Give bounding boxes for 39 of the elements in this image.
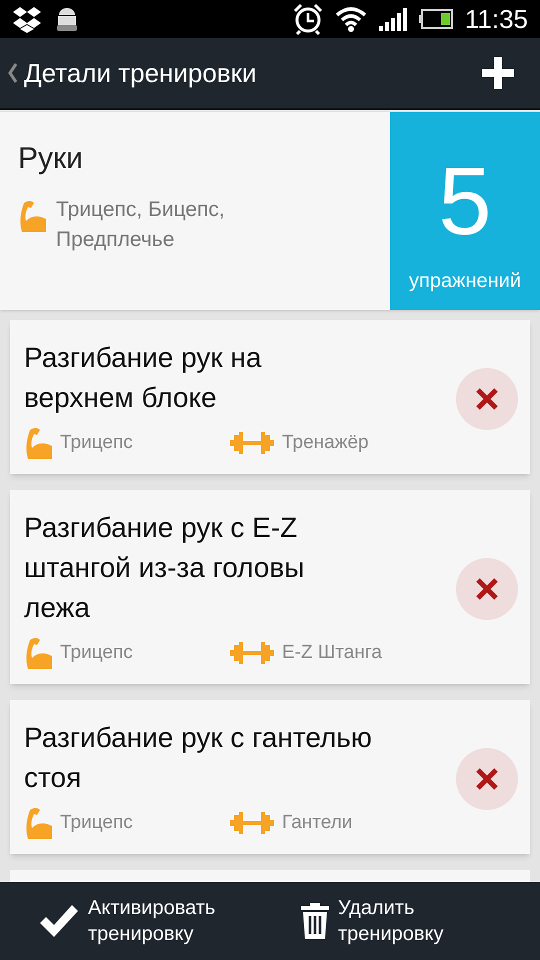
dumbbell-icon [230,431,274,455]
checkmark-icon [38,903,80,939]
exercise-name: Разгибание рук на верхнем блоке [24,341,262,415]
equipment-label: E-Z Штанга [282,640,382,665]
exercise-card[interactable]: Разгибание рук с E-Z штангой из-за головы лежа Трицепс E-Z Штанга [10,490,530,684]
box-icon [12,5,42,33]
trash-icon [300,902,330,940]
exercise-name: Разгибание рук с гантелью стоя [24,721,373,795]
back-icon[interactable] [8,63,18,83]
delete-workout-button[interactable]: Удалить тренировку [300,895,468,947]
exercise-name: Разгибание рук с E-Z штангой из-за головы лежа [24,511,306,625]
close-icon [475,387,499,411]
clock-time: 11:35 [464,2,528,36]
battery-icon [418,9,453,29]
screen-title: Детали тренировки [24,56,257,90]
equipment-label: Тренажёр [282,430,369,455]
exercise-count: 5 [438,154,492,250]
muscle-label: Трицепс [60,640,134,665]
muscle-groups: Трицепс, Бицепс, Предплечье [56,195,276,255]
workout-name: Руки [18,141,84,177]
bicep-icon [18,199,48,233]
muscle-label: Трицепс [60,810,134,835]
close-icon [475,767,499,791]
add-icon[interactable] [482,57,514,89]
bicep-icon [24,636,54,670]
bicep-icon [24,426,54,460]
dumbbell-icon [230,641,274,665]
dumbbell-icon [230,811,274,835]
close-icon [475,577,499,601]
exercise-count-label: упражнений [408,269,521,294]
alarm-clock-icon [292,3,323,35]
activate-workout-button[interactable]: Активировать тренировку [38,895,278,947]
muscle-label: Трицепс [60,430,134,455]
bicep-icon [24,806,54,840]
exercise-card[interactable]: Разгибание рук на верхнем блоке Трицепс Тренажёр [10,320,530,474]
signal-icon [378,7,407,31]
wifi-icon [334,6,367,32]
equipment-label: Гантели [282,810,352,835]
exercise-card[interactable]: Разгибание рук с гантелью стоя Трицепс Гантели [10,700,530,854]
